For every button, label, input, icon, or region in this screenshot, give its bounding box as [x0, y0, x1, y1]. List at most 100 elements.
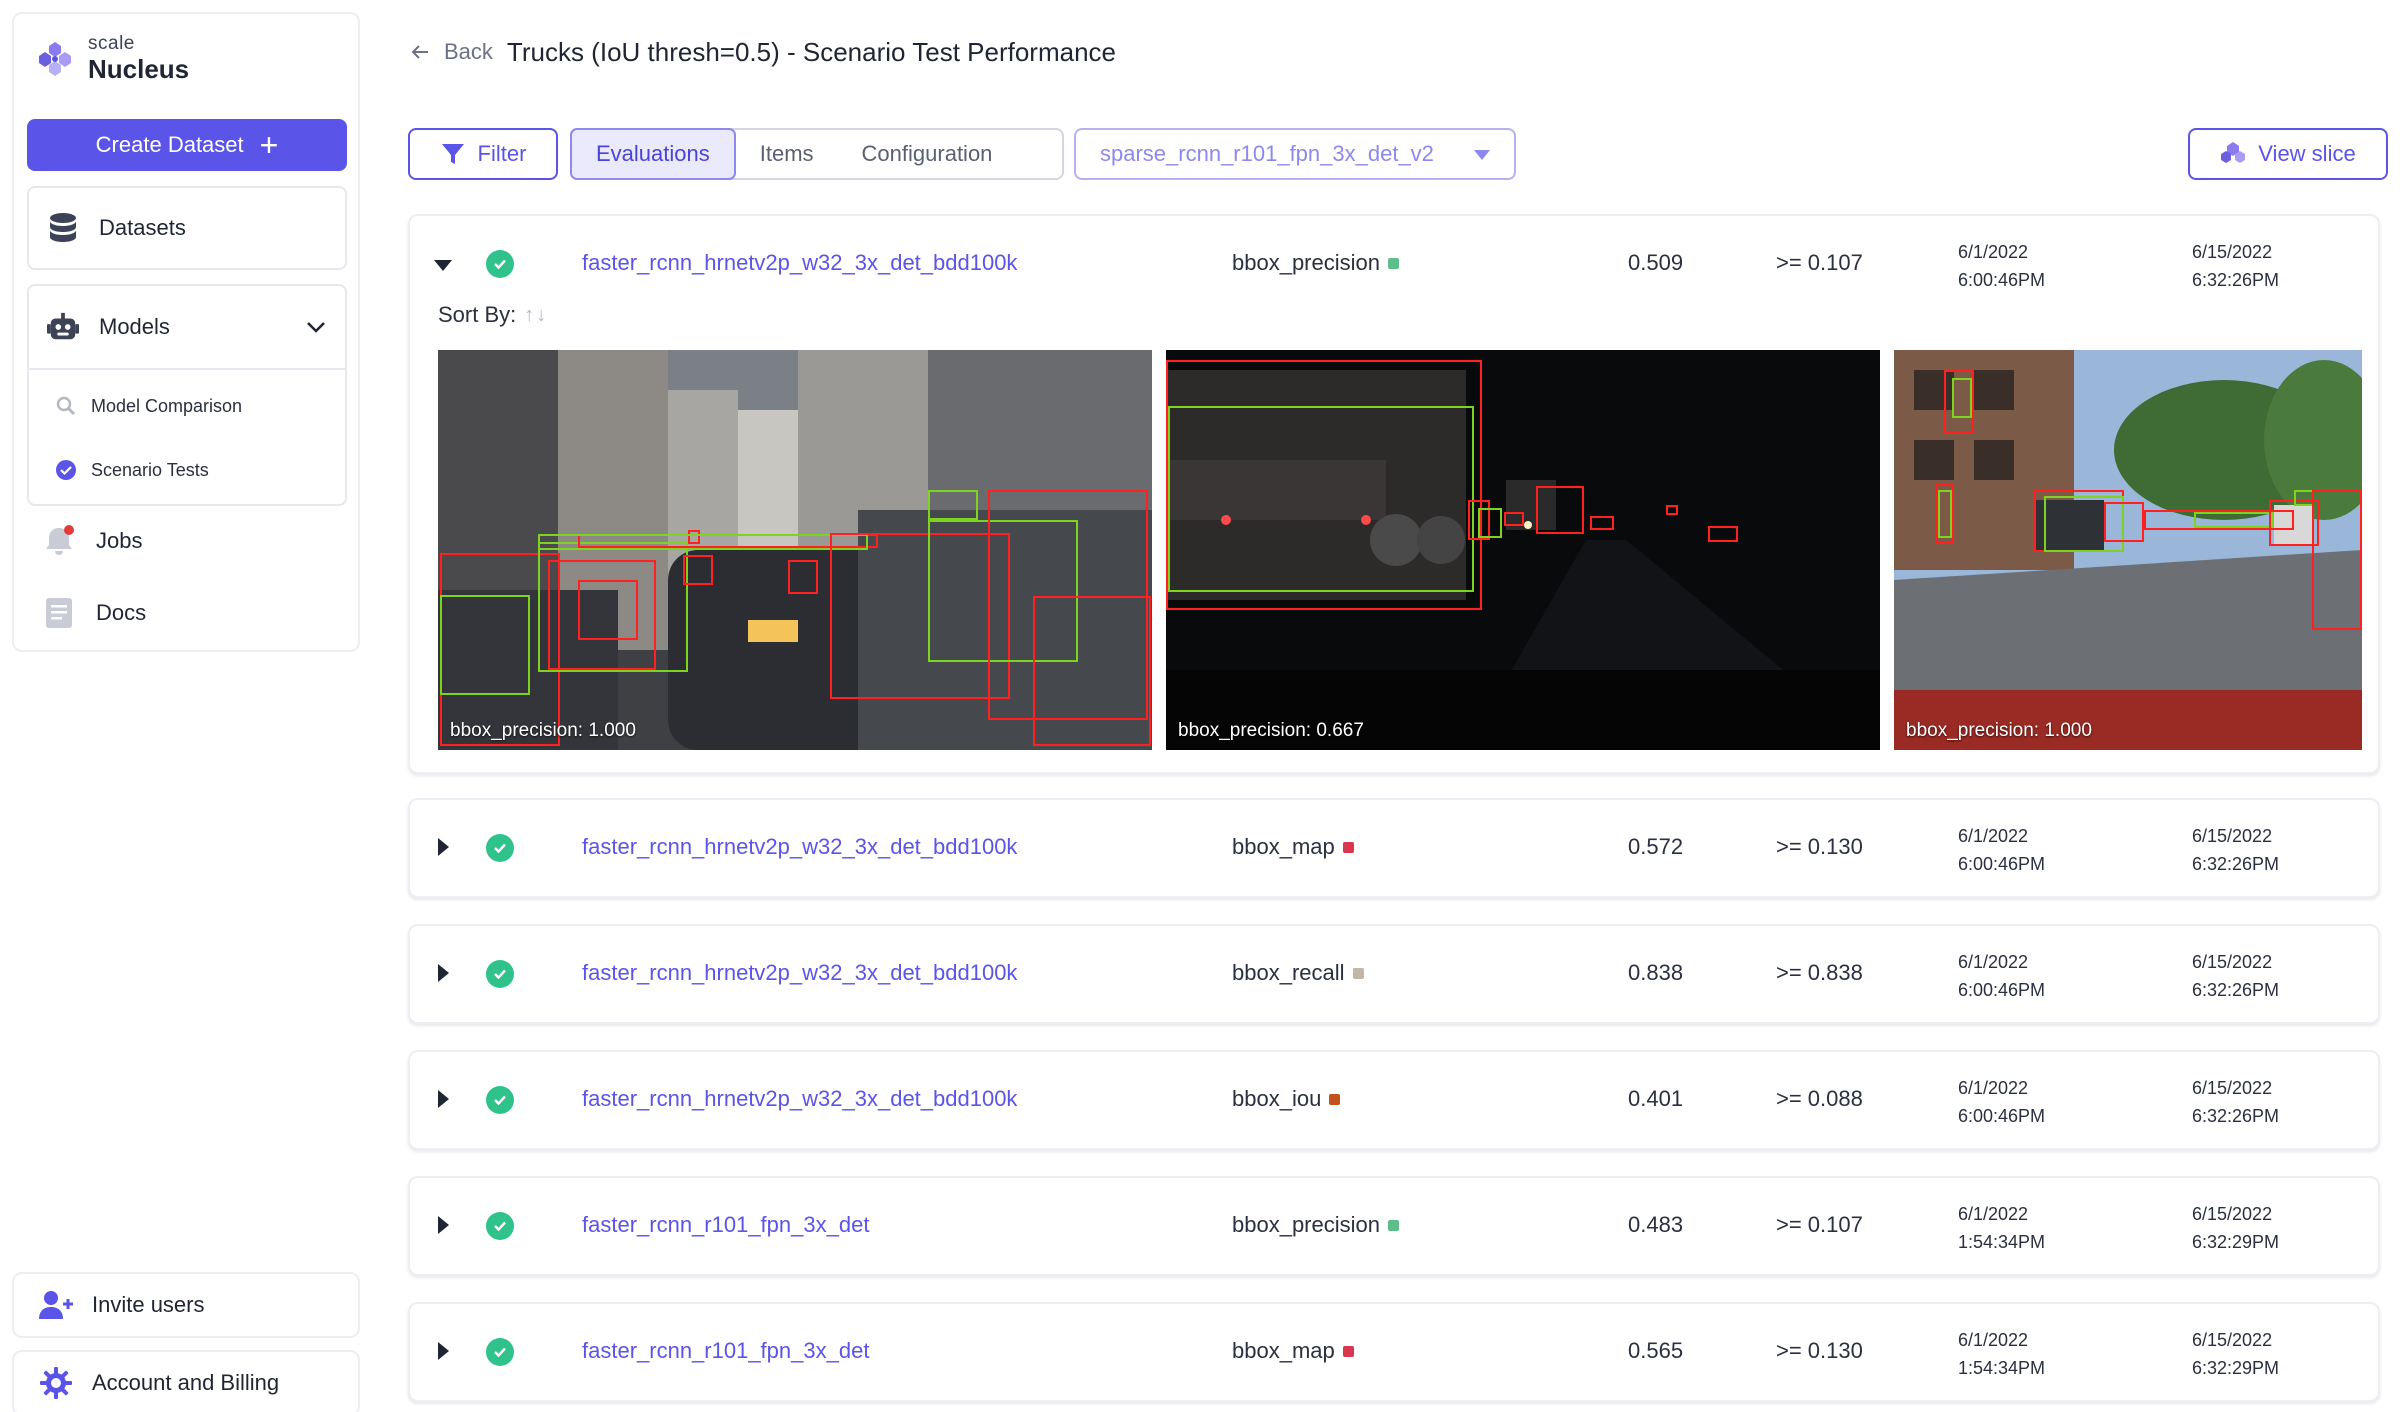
filter-button[interactable]: Filter [408, 128, 558, 180]
threshold-value: >= 0.130 [1776, 1338, 1863, 1363]
create-dataset-button[interactable]: Create Dataset + [27, 119, 347, 171]
tab-configuration[interactable]: Configuration [838, 130, 1017, 178]
chevron-down-icon[interactable] [301, 312, 331, 342]
thumbnail-caption: bbox_precision: 1.000 [1906, 720, 2092, 741]
prediction-box [578, 580, 638, 640]
ground-truth-box [440, 595, 530, 695]
model-select[interactable]: sparse_rcnn_r101_fpn_3x_det_v2 [1074, 128, 1516, 180]
sidebar-item-scenario-tests[interactable]: Scenario Tests [29, 438, 345, 502]
score-value: 0.401 [1628, 1086, 1684, 1111]
ground-truth-box [1168, 406, 1474, 592]
model-link[interactable]: faster_rcnn_r101_fpn_3x_det [582, 1212, 869, 1238]
threshold-value: >= 0.130 [1776, 834, 1863, 859]
threshold-value: >= 0.107 [1776, 250, 1863, 275]
result-thumbnail[interactable]: bbox_precision: 0.667 [1166, 350, 1880, 750]
prediction-box [1590, 516, 1614, 530]
score-value: 0.572 [1628, 834, 1684, 859]
model-link[interactable]: faster_rcnn_hrnetv2p_w32_3x_det_bdd100k [582, 834, 1017, 860]
table-row[interactable]: faster_rcnn_hrnetv2p_w32_3x_det_bdd100k … [408, 924, 2380, 1024]
filter-label: Filter [477, 141, 527, 166]
ground-truth-box [928, 490, 978, 520]
sidebar-item-label: Model Comparison [91, 395, 243, 416]
page-header: Back Trucks (IoU thresh=0.5) - Scenario … [408, 32, 1116, 72]
metric-color-swatch [1352, 967, 1364, 979]
caret-right-icon[interactable] [438, 838, 449, 856]
sort-by-control[interactable]: Sort By: ↑↓ [438, 302, 548, 328]
brand-scale: scale [88, 33, 135, 54]
sidebar-item-jobs[interactable]: Jobs [42, 524, 142, 558]
ground-truth-box [2194, 512, 2274, 528]
prediction-box [2104, 502, 2144, 542]
sidebar-item-docs[interactable]: Docs [42, 596, 146, 630]
thumbnail-caption: bbox_precision: 1.000 [450, 720, 636, 741]
metric-color-swatch [1387, 1219, 1399, 1231]
tab-items[interactable]: Items [736, 130, 838, 178]
caret-right-icon[interactable] [438, 1342, 449, 1360]
table-row[interactable]: faster_rcnn_hrnetv2p_w32_3x_det_bdd100k … [408, 798, 2380, 898]
metric-name: bbox_recall [1232, 960, 1364, 986]
metric-name: bbox_map [1232, 1338, 1354, 1364]
metric-color-swatch [1342, 841, 1354, 853]
prediction-box [683, 555, 713, 585]
metric-name: bbox_map [1232, 834, 1354, 860]
updated-date: 6/15/2022 6:32:26PM [2192, 826, 2280, 874]
robot-icon [47, 311, 79, 343]
metric-color-swatch [1387, 257, 1399, 269]
invite-users-label: Invite users [92, 1292, 205, 1317]
check-circle-icon [486, 834, 514, 862]
sidebar-item-label: Datasets [99, 215, 186, 240]
model-link[interactable]: faster_rcnn_hrnetv2p_w32_3x_det_bdd100k [582, 1086, 1017, 1112]
sidebar: scale Nucleus Create Dataset + Datasets [0, 0, 372, 1412]
table-row[interactable]: faster_rcnn_r101_fpn_3x_det bbox_precisi… [408, 1176, 2380, 1276]
metric-name: bbox_precision [1232, 1212, 1399, 1238]
created-date: 6/1/2022 6:00:46PM [1958, 1078, 2046, 1126]
model-link[interactable]: faster_rcnn_hrnetv2p_w32_3x_det_bdd100k [582, 250, 1017, 276]
caret-right-icon[interactable] [438, 964, 449, 982]
score-value: 0.838 [1628, 960, 1684, 985]
table-row[interactable]: faster_rcnn_hrnetv2p_w32_3x_det_bdd100k … [408, 1050, 2380, 1150]
result-thumbnail[interactable]: bbox_precision: 1.000 [438, 350, 1152, 750]
updated-date: 6/15/2022 6:32:26PM [2192, 952, 2280, 1000]
sidebar-item-datasets[interactable]: Datasets [27, 186, 347, 270]
metric-color-swatch [1329, 1093, 1341, 1105]
created-date: 6/1/2022 1:54:34PM [1958, 1330, 2046, 1378]
thumbnail-caption: bbox_precision: 0.667 [1178, 720, 1364, 741]
view-slice-button[interactable]: View slice [2188, 128, 2388, 180]
sidebar-item-models[interactable]: Models [29, 286, 345, 370]
caret-right-icon[interactable] [438, 1090, 449, 1108]
back-button[interactable]: Back [408, 39, 493, 65]
prediction-box [1536, 486, 1584, 534]
ground-truth-box [538, 534, 868, 550]
table-row[interactable]: faster_rcnn_r101_fpn_3x_det bbox_map 0.5… [408, 1302, 2380, 1402]
account-billing-button[interactable]: Account and Billing [12, 1350, 360, 1412]
page-title: Trucks (IoU thresh=0.5) - Scenario Test … [506, 36, 1116, 67]
slice-icon [2221, 142, 2246, 163]
threshold-value: >= 0.088 [1776, 1086, 1863, 1111]
result-thumbnail[interactable]: bbox_precision: 1.000 [1894, 350, 2362, 750]
sidebar-item-model-comparison[interactable]: Model Comparison [29, 374, 345, 438]
caret-right-icon[interactable] [438, 1216, 449, 1234]
created-date: 6/1/2022 6:00:46PM [1958, 952, 2046, 1000]
brand[interactable]: scale Nucleus [36, 34, 189, 84]
metric-name: bbox_precision [1232, 250, 1399, 276]
metric-color-swatch [1342, 1345, 1354, 1357]
updated-date: 6/15/2022 6:32:26PM [2192, 1078, 2280, 1126]
sort-by-label: Sort By: [438, 302, 517, 327]
tab-evaluations[interactable]: Evaluations [570, 128, 736, 180]
bell-icon [42, 524, 76, 558]
ground-truth-box [1478, 508, 1502, 538]
ground-truth-box [1938, 490, 1952, 538]
updated-date: 6/15/2022 6:32:26PM [2192, 242, 2280, 290]
user-plus-icon [38, 1287, 74, 1323]
model-link[interactable]: faster_rcnn_hrnetv2p_w32_3x_det_bdd100k [582, 960, 1017, 986]
prediction-box [1666, 505, 1678, 515]
caret-down-icon[interactable] [434, 260, 452, 271]
ground-truth-box [2294, 490, 2314, 506]
score-value: 0.509 [1628, 250, 1684, 275]
check-circle-icon [486, 1086, 514, 1114]
model-link[interactable]: faster_rcnn_r101_fpn_3x_det [582, 1338, 869, 1364]
invite-users-button[interactable]: Invite users [12, 1272, 360, 1338]
sort-arrows-icon[interactable]: ↑↓ [524, 304, 548, 327]
threshold-value: >= 0.838 [1776, 960, 1863, 985]
table-row[interactable]: faster_rcnn_hrnetv2p_w32_3x_det_bdd100k … [410, 216, 2378, 312]
